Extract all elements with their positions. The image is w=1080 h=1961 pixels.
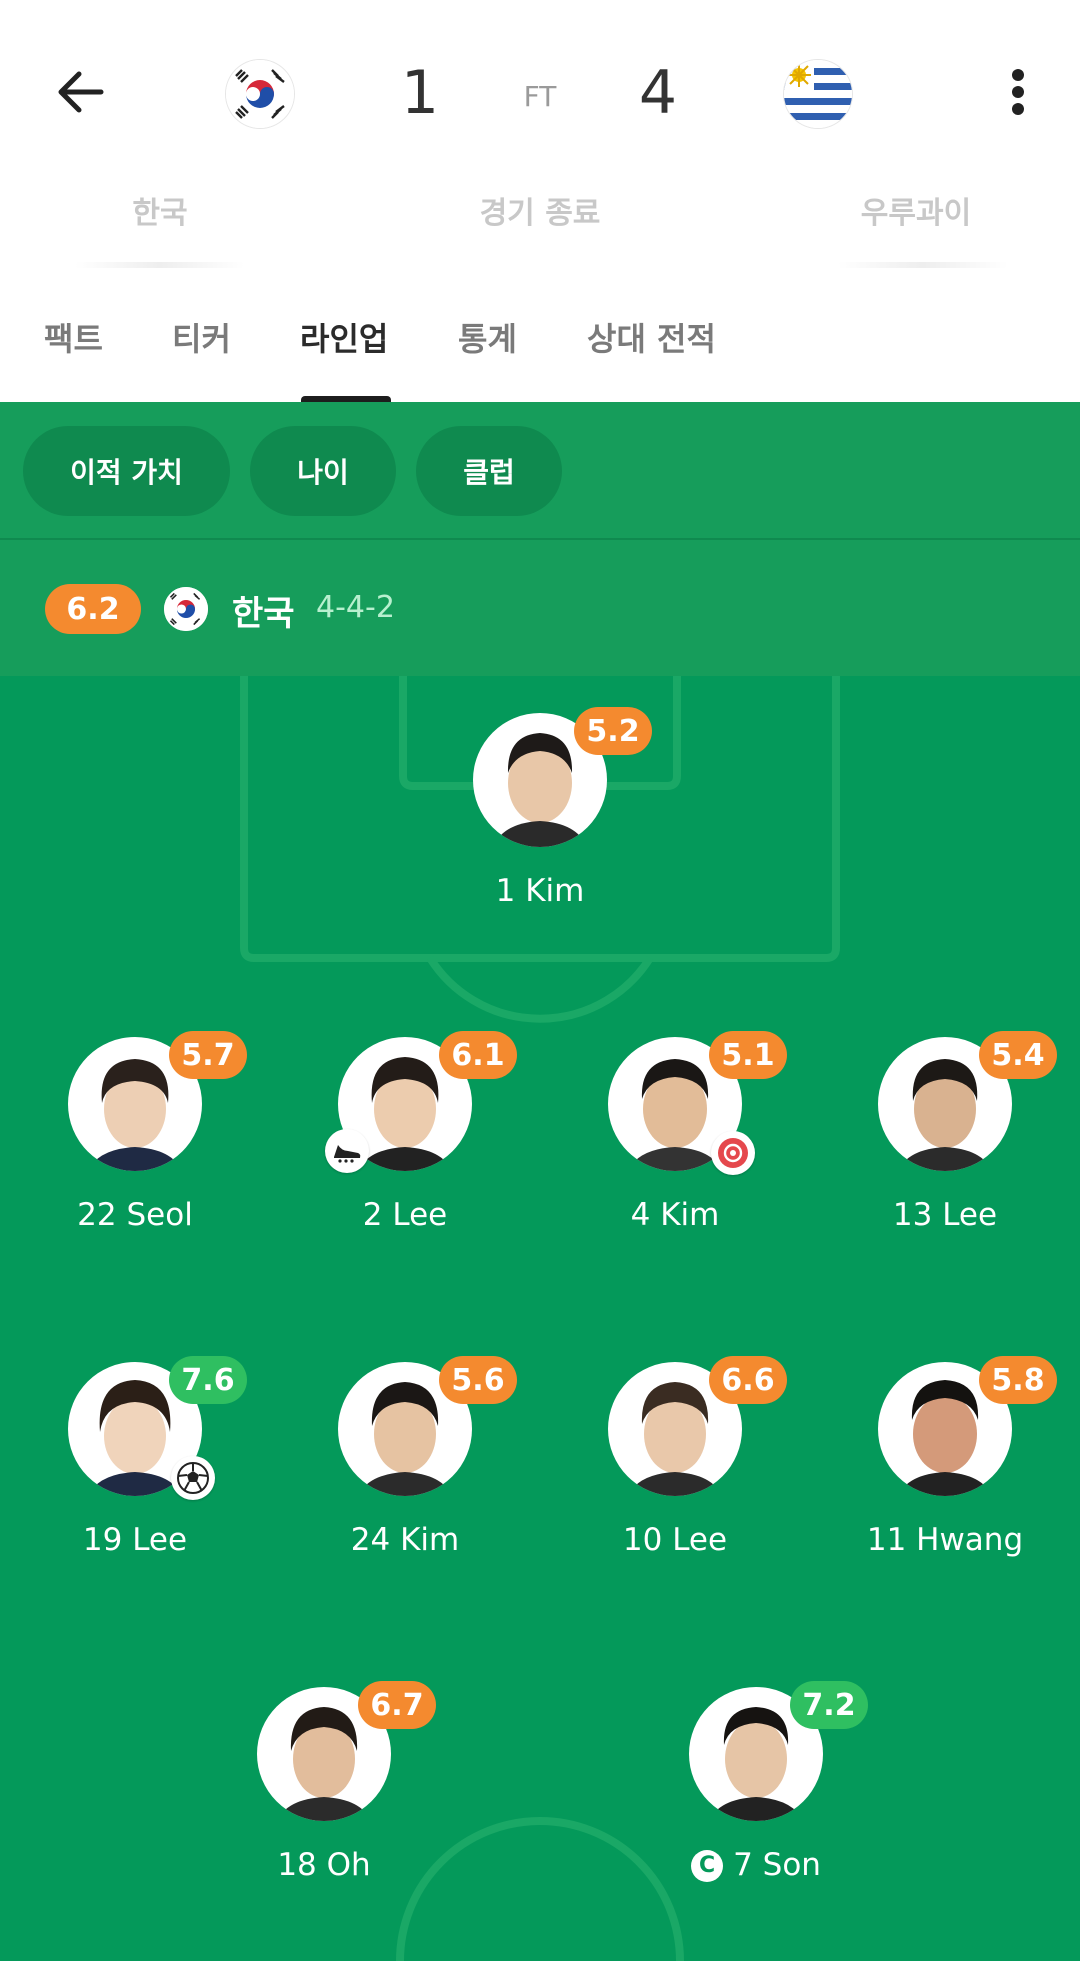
home-score: 1 bbox=[400, 58, 440, 128]
filter-age[interactable]: 나이 bbox=[250, 426, 396, 516]
away-team-name[interactable]: 우루과이 bbox=[816, 188, 1016, 232]
player-card[interactable]: 6.1 2 Lee bbox=[305, 1031, 517, 1257]
player-card[interactable]: 7.2 C 7 Son bbox=[656, 1681, 868, 1907]
player-card[interactable]: 5.2 1 Kim bbox=[440, 707, 652, 933]
player-name: C 7 Son bbox=[616, 1847, 896, 1883]
match-header: 1 FT 4 한국 경기 종료 우루과이 팩트 티커 라인업 통계 상대 전적 bbox=[0, 0, 1080, 402]
match-status: 경기 종료 bbox=[479, 196, 601, 231]
korea-flag-icon[interactable] bbox=[226, 60, 294, 128]
player-card[interactable]: 6.7 18 Oh bbox=[224, 1681, 436, 1907]
player-rating: 5.7 bbox=[169, 1031, 247, 1079]
tab-lineup[interactable]: 라인업 bbox=[300, 314, 388, 360]
goal-ball-icon bbox=[171, 1456, 215, 1500]
player-rating: 6.7 bbox=[358, 1681, 436, 1729]
player-name: 19 Lee bbox=[82, 1522, 188, 1558]
filter-club[interactable]: 클럽 bbox=[416, 426, 562, 516]
tab-ticker[interactable]: 티커 bbox=[172, 314, 231, 360]
player-rating: 5.2 bbox=[574, 707, 652, 755]
player-rating: 5.6 bbox=[439, 1356, 517, 1404]
formation: 4-4-2 bbox=[316, 590, 395, 625]
match-tabs: 팩트 티커 라인업 통계 상대 전적 bbox=[0, 300, 1080, 402]
player-name: 4 Kim bbox=[630, 1197, 720, 1233]
own-goal-icon bbox=[711, 1131, 755, 1175]
player-name-text: 7 Son bbox=[733, 1847, 821, 1883]
player-card[interactable]: 5.8 11 Hwang bbox=[845, 1356, 1057, 1582]
tab-head-to-head[interactable]: 상대 전적 bbox=[587, 314, 716, 360]
player-card[interactable]: 7.6 19 Lee bbox=[35, 1356, 247, 1582]
tab-facts[interactable]: 팩트 bbox=[44, 314, 103, 360]
home-team-name[interactable]: 한국 bbox=[60, 188, 260, 232]
lineup-pitch: 5.2 1 Kim 5.7 22 Seol 6.1 2 Lee 5.1 4 Ki… bbox=[0, 676, 1080, 1961]
player-rating: 6.1 bbox=[439, 1031, 517, 1079]
team-lineup-header: 6.2 한국 4-4-2 bbox=[0, 540, 1080, 676]
player-name: 18 Oh bbox=[277, 1847, 371, 1883]
team-rating-badge: 6.2 bbox=[45, 584, 141, 634]
captain-icon: C bbox=[691, 1850, 724, 1882]
player-name: 10 Lee bbox=[622, 1522, 728, 1558]
player-rating: 7.6 bbox=[169, 1356, 247, 1404]
player-rating: 6.6 bbox=[709, 1356, 787, 1404]
away-score: 4 bbox=[638, 58, 678, 128]
tab-stats[interactable]: 통계 bbox=[458, 314, 517, 360]
player-card[interactable]: 5.1 4 Kim bbox=[575, 1031, 787, 1257]
player-name: 24 Kim bbox=[350, 1522, 460, 1558]
more-options-button[interactable] bbox=[994, 62, 1042, 122]
team-name: 한국 bbox=[232, 594, 295, 634]
match-status-short: FT bbox=[523, 80, 557, 113]
player-rating: 5.8 bbox=[979, 1356, 1057, 1404]
korea-flag-icon bbox=[164, 587, 208, 631]
back-button[interactable] bbox=[50, 62, 110, 122]
away-divider bbox=[838, 262, 1008, 268]
player-name: 11 Hwang bbox=[866, 1522, 1024, 1558]
player-name: 22 Seol bbox=[77, 1197, 193, 1233]
player-rating: 5.4 bbox=[979, 1031, 1057, 1079]
player-card[interactable]: 5.6 24 Kim bbox=[305, 1356, 517, 1582]
lineup-filter-bar: 이적 가치 나이 클럽 bbox=[0, 402, 1080, 538]
player-name: 2 Lee bbox=[362, 1197, 448, 1233]
more-vertical-icon bbox=[1012, 69, 1024, 115]
boot-icon bbox=[325, 1129, 369, 1173]
player-card[interactable]: 5.7 22 Seol bbox=[35, 1031, 247, 1257]
player-rating: 7.2 bbox=[790, 1681, 868, 1729]
player-name: 1 Kim bbox=[495, 873, 585, 909]
player-rating: 5.1 bbox=[709, 1031, 787, 1079]
player-card[interactable]: 6.6 10 Lee bbox=[575, 1356, 787, 1582]
back-arrow-icon bbox=[58, 71, 104, 113]
home-divider bbox=[75, 262, 245, 268]
player-card[interactable]: 5.4 13 Lee bbox=[845, 1031, 1057, 1257]
filter-market-value[interactable]: 이적 가치 bbox=[23, 426, 230, 516]
uruguay-flag-icon[interactable] bbox=[784, 60, 852, 128]
player-name: 13 Lee bbox=[892, 1197, 998, 1233]
